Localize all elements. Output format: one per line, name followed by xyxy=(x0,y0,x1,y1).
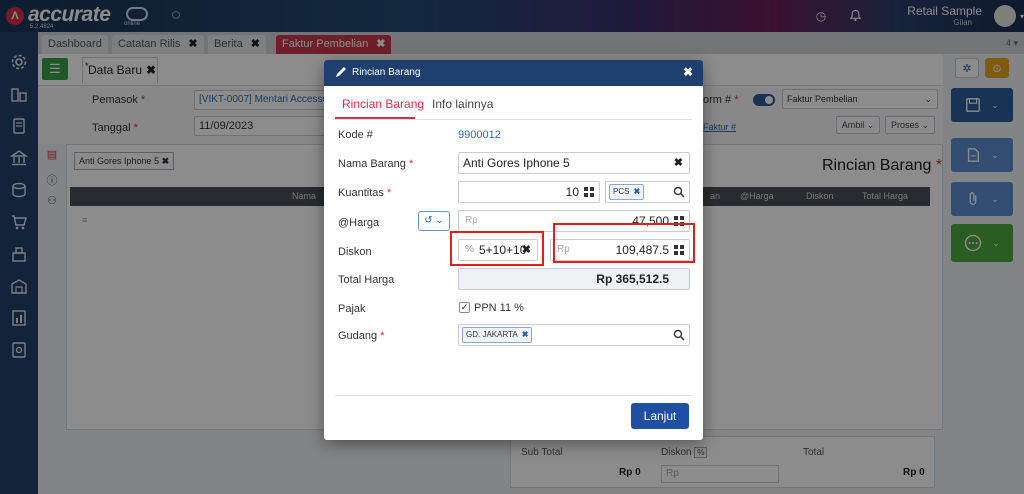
total-harga-field: Rp 365,512.5 xyxy=(458,268,690,290)
close-icon[interactable]: ✖ xyxy=(633,187,640,196)
unit-chip-label: PCS xyxy=(613,187,630,196)
highlight-diskon-percent xyxy=(450,231,544,266)
kuantitas-input[interactable]: 10 xyxy=(458,181,600,203)
ppn-label[interactable]: PPN 11 % xyxy=(474,302,524,314)
tab-rincian-barang[interactable]: Rincian Barang xyxy=(342,97,424,111)
unit-chip[interactable]: PCS ✖ xyxy=(609,184,645,200)
close-icon[interactable]: ✖ xyxy=(522,330,529,339)
harga-label: @Harga xyxy=(338,217,380,229)
pajak-label: Pajak xyxy=(338,303,366,315)
unit-select[interactable]: PCS ✖ xyxy=(605,181,690,203)
search-icon[interactable] xyxy=(673,329,685,341)
nama-barang-input[interactable]: Anti Gores Iphone 5 ✖ xyxy=(458,152,690,174)
diskon-label: Diskon xyxy=(338,246,372,258)
clear-icon[interactable]: ✖ xyxy=(674,156,683,169)
close-icon[interactable]: ✖ xyxy=(683,65,693,79)
kuantitas-label: Kuantitas * xyxy=(338,187,392,199)
kode-label: Kode # xyxy=(338,129,373,141)
footer-divider xyxy=(335,395,692,396)
search-icon[interactable] xyxy=(673,186,685,198)
pencil-icon xyxy=(336,67,346,77)
gudang-select[interactable]: GD. JAKARTA ✖ xyxy=(458,324,690,346)
gudang-label: Gudang * xyxy=(338,330,385,342)
ppn-checkbox[interactable]: ✓ xyxy=(459,302,470,313)
calculator-icon[interactable] xyxy=(584,187,594,197)
lanjut-button[interactable]: Lanjut xyxy=(631,403,689,429)
total-harga-label: Total Harga xyxy=(338,274,395,286)
currency-prefix: Rp xyxy=(465,215,478,226)
highlight-diskon-amount xyxy=(553,223,695,263)
total-harga-value: Rp 365,512.5 xyxy=(596,272,669,286)
tab-divider xyxy=(335,119,692,120)
gudang-chip[interactable]: GD. JAKARTA ✖ xyxy=(462,327,533,343)
dialog-title: Rincian Barang xyxy=(352,67,421,78)
gudang-chip-label: GD. JAKARTA xyxy=(466,330,518,339)
dialog-header: Rincian Barang ✖ xyxy=(324,60,703,86)
rincian-barang-dialog: Rincian Barang ✖ Rincian Barang Info lai… xyxy=(324,60,703,440)
nama-barang-label: Nama Barang * xyxy=(338,158,414,170)
kuantitas-value: 10 xyxy=(565,185,579,199)
kode-value[interactable]: 9900012 xyxy=(458,129,501,141)
active-tab-indicator xyxy=(335,117,415,119)
tab-info-lainnya[interactable]: Info lainnya xyxy=(432,97,493,111)
price-history-button[interactable]: ↺ ⌄ xyxy=(418,211,450,231)
nama-barang-value: Anti Gores Iphone 5 xyxy=(463,156,570,170)
